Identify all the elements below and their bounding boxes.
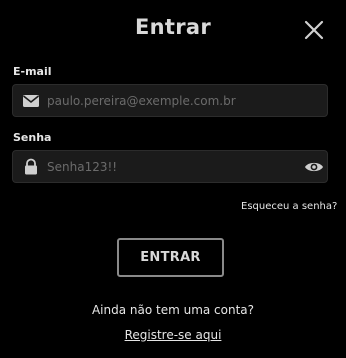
submit-button[interactable]: ENTRAR xyxy=(117,238,224,277)
password-input[interactable] xyxy=(47,151,297,182)
signup-prompt: Ainda não tem uma conta? xyxy=(91,303,255,317)
close-icon xyxy=(304,20,324,40)
lock-icon xyxy=(25,158,37,175)
email-field-wrapper xyxy=(12,84,328,117)
close-button[interactable] xyxy=(303,19,325,41)
page-title: Entrar xyxy=(134,15,212,39)
password-label: Senha xyxy=(13,131,52,144)
forgot-password-link[interactable]: Esqueceu a senha? xyxy=(241,201,337,212)
signup-row: Registre-se aqui xyxy=(0,328,346,342)
envelope-icon xyxy=(23,95,39,107)
email-input[interactable] xyxy=(47,85,297,116)
eye-icon[interactable] xyxy=(304,159,324,175)
email-label: E-mail xyxy=(13,65,52,78)
password-field-wrapper xyxy=(12,150,328,183)
register-link[interactable]: Registre-se aqui xyxy=(125,328,222,342)
